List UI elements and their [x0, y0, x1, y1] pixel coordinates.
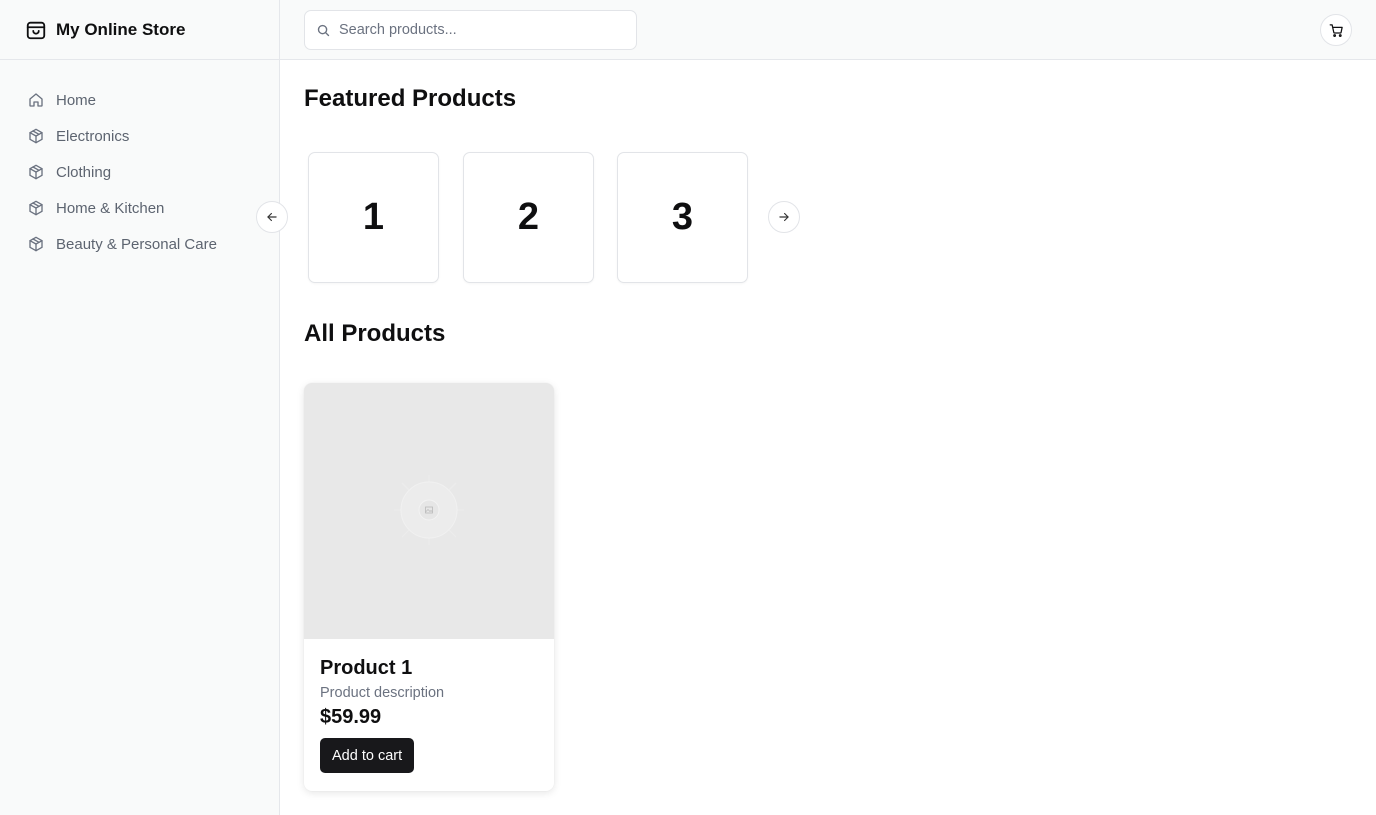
package-icon — [29, 128, 43, 144]
home-icon — [29, 93, 43, 107]
product-card-body: Product 1 Product description $59.99 Add… — [304, 639, 554, 773]
all-products-title: All Products — [304, 320, 446, 347]
sidebar-nav: Home Electronics Clothing Home & Kitchen… — [0, 60, 279, 262]
topbar — [280, 0, 1376, 60]
sidebar-item-label: Electronics — [56, 127, 130, 145]
sidebar-item-label: Home & Kitchen — [56, 199, 165, 217]
slide-number: 2 — [517, 196, 540, 238]
package-icon — [29, 236, 43, 252]
cart-button[interactable] — [1320, 14, 1352, 46]
store-icon — [26, 21, 46, 39]
product-price: $59.99 — [320, 706, 382, 728]
carousel-prev-button[interactable] — [256, 201, 288, 233]
package-icon — [29, 164, 43, 180]
sidebar-item-clothing[interactable]: Clothing — [0, 154, 279, 190]
brand[interactable]: My Online Store — [0, 0, 279, 60]
featured-slide[interactable]: 2 — [463, 152, 594, 283]
sidebar-item-label: Clothing — [56, 163, 112, 181]
search-icon — [317, 24, 330, 36]
sidebar-item-label: Home — [56, 91, 97, 109]
package-icon — [29, 200, 43, 216]
search-box[interactable] — [304, 10, 637, 50]
add-to-cart-button[interactable]: Add to cart — [320, 738, 415, 773]
image-placeholder-icon — [394, 475, 464, 545]
arrow-left-icon — [267, 212, 277, 222]
product-title[interactable]: Product 1 — [320, 657, 538, 680]
sidebar-item-label: Beauty & Personal Care — [56, 235, 217, 253]
sidebar: My Online Store Home Electronics Clothin… — [0, 0, 280, 815]
arrow-right-icon — [779, 212, 789, 222]
sidebar-item-electronics[interactable]: Electronics — [0, 118, 279, 154]
sidebar-item-home[interactable]: Home — [0, 82, 279, 118]
brand-name: My Online Store — [56, 19, 186, 39]
slide-number: 1 — [362, 196, 385, 238]
featured-slide[interactable]: 3 — [617, 152, 748, 283]
product-card: Product 1 Product description $59.99 Add… — [304, 383, 554, 791]
shopping-cart-icon — [1329, 23, 1343, 37]
carousel-next-button[interactable] — [768, 201, 800, 233]
slide-number: 3 — [671, 196, 694, 238]
product-description: Product description — [320, 685, 445, 701]
featured-title: Featured Products — [304, 85, 517, 112]
featured-slide[interactable]: 1 — [308, 152, 439, 283]
product-image[interactable] — [304, 383, 554, 639]
search-input[interactable] — [339, 22, 609, 38]
sidebar-item-home-kitchen[interactable]: Home & Kitchen — [0, 190, 279, 226]
sidebar-item-beauty[interactable]: Beauty & Personal Care — [0, 226, 279, 262]
